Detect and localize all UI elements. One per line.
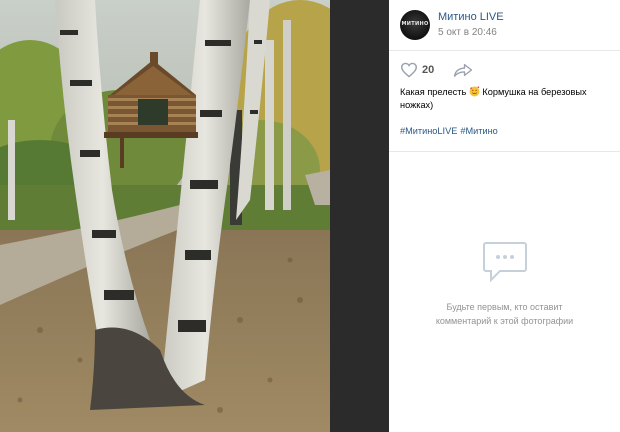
smiling-face-with-hearts-icon xyxy=(469,86,480,97)
hashtags: #МитиноLIVE #Митино xyxy=(400,126,501,136)
birch-feeder-photo xyxy=(0,0,330,432)
hashtag-link[interactable]: #МитиноLIVE xyxy=(400,126,457,136)
post-caption: Какая прелесть Кормушка на березовых нож… xyxy=(400,86,612,112)
like-count[interactable]: 20 xyxy=(422,64,434,76)
caption-text-1: Какая прелесть xyxy=(400,87,467,97)
avatar[interactable]: МИТИНО xyxy=(400,10,430,40)
chat-bubble-icon xyxy=(483,242,527,283)
post-actions: 20 xyxy=(389,58,620,84)
divider xyxy=(389,151,620,152)
photo-margin xyxy=(330,0,389,432)
hashtag-link[interactable]: #Митино xyxy=(460,126,497,136)
post-header: МИТИНО Митино LIVE 5 окт в 20:46 xyxy=(389,0,620,51)
share-arrow-icon[interactable] xyxy=(453,62,473,78)
photo[interactable] xyxy=(0,0,330,432)
empty-comments-line-2: комментарий к этой фотографии xyxy=(435,316,574,326)
post-date[interactable]: 5 окт в 20:46 xyxy=(438,27,497,38)
photo-viewer: МИТИНО Митино LIVE 5 окт в 20:46 20 Кака… xyxy=(0,0,620,432)
photo-pane xyxy=(0,0,389,432)
empty-comments-line-1: Будьте первым, кто оставит xyxy=(446,302,563,312)
heart-icon[interactable] xyxy=(400,62,418,78)
post-info-panel: МИТИНО Митино LIVE 5 окт в 20:46 20 Кака… xyxy=(389,0,620,432)
avatar-logo-text: МИТИНО xyxy=(401,21,429,27)
author-link[interactable]: Митино LIVE xyxy=(438,11,504,23)
empty-comments-text: Будьте первым, кто оставит комментарий к… xyxy=(409,300,600,328)
